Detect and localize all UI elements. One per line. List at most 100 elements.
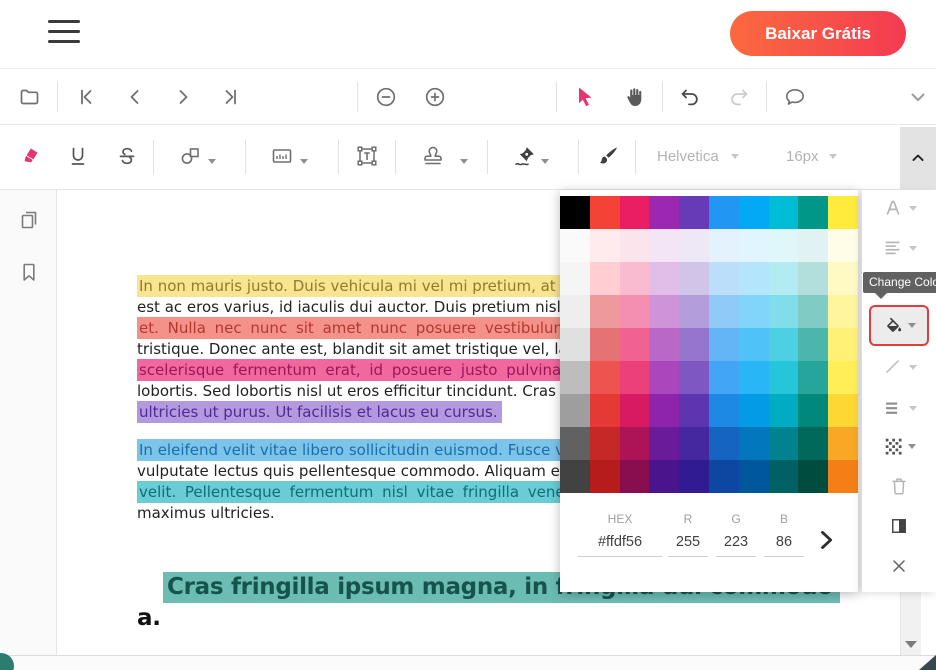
palette-color-swatch[interactable] [620,196,650,229]
image-dropdown-icon[interactable] [270,144,294,168]
line-style-dropdown[interactable] [862,355,936,379]
palette-color-swatch[interactable] [620,262,650,295]
next-page-button[interactable] [171,85,195,109]
palette-color-swatch[interactable] [560,427,590,460]
select-cursor-button[interactable] [573,85,597,109]
list-style-dropdown[interactable] [862,396,936,420]
palette-color-swatch[interactable] [649,394,679,427]
palette-color-swatch[interactable] [798,427,828,460]
palette-color-swatch[interactable] [679,196,709,229]
palette-color-swatch[interactable] [739,394,769,427]
palette-color-swatch[interactable] [828,229,858,262]
signature-dropdown-icon[interactable] [513,144,537,168]
palette-color-swatch[interactable] [769,328,799,361]
palette-color-swatch[interactable] [769,295,799,328]
palette-color-swatch[interactable] [709,361,739,394]
palette-color-swatch[interactable] [828,295,858,328]
palette-color-swatch[interactable] [739,361,769,394]
opacity-dropdown[interactable] [862,434,936,458]
palette-color-swatch[interactable] [798,262,828,295]
palette-color-swatch[interactable] [560,196,590,229]
palette-color-swatch[interactable] [798,229,828,262]
palette-color-swatch[interactable] [769,427,799,460]
palette-color-swatch[interactable] [679,262,709,295]
palette-color-swatch[interactable] [620,361,650,394]
chevron-down-icon[interactable] [208,159,216,164]
palette-color-swatch[interactable] [828,262,858,295]
chevron-down-icon[interactable] [731,154,739,159]
palette-color-swatch[interactable] [769,394,799,427]
palette-color-swatch[interactable] [828,328,858,361]
palette-color-swatch[interactable] [828,460,858,493]
fill-color-button[interactable]: Change Color [869,305,929,346]
textbox-button[interactable] [355,144,379,168]
palette-color-swatch[interactable] [649,460,679,493]
last-page-button[interactable] [219,85,243,109]
delete-button[interactable] [862,474,936,498]
palette-color-swatch[interactable] [649,361,679,394]
bookmarks-panel-icon[interactable] [17,260,41,284]
palette-color-swatch[interactable] [620,229,650,262]
palette-color-swatch[interactable] [620,394,650,427]
vertical-scrollbar[interactable] [900,592,921,655]
palette-color-swatch[interactable] [590,427,620,460]
palette-color-swatch[interactable] [739,196,769,229]
open-file-icon[interactable] [18,85,42,109]
first-page-button[interactable] [74,85,98,109]
comment-button[interactable] [783,85,807,109]
palette-color-swatch[interactable] [679,394,709,427]
toolbar-expand-chevron-icon[interactable] [900,127,936,189]
palette-color-swatch[interactable] [649,328,679,361]
highlighted-text[interactable]: In eleifend velit vitae libero sollicitu… [137,439,596,461]
chevron-down-icon[interactable] [541,159,549,164]
palette-color-swatch[interactable] [709,229,739,262]
sidebar-toggle-button[interactable] [862,514,936,538]
stamp-dropdown-icon[interactable] [421,144,445,168]
palette-color-swatch[interactable] [590,229,620,262]
redo-button[interactable] [727,85,751,109]
menu-icon[interactable] [48,20,80,46]
palette-color-swatch[interactable] [620,427,650,460]
document-text-line[interactable]: lobortis. Sed lobortis nisl ut eros effi… [137,382,617,400]
palette-color-swatch[interactable] [649,427,679,460]
hex-input[interactable] [578,534,662,557]
palette-color-swatch[interactable] [828,427,858,460]
hand-tool-button[interactable] [623,85,647,109]
palette-color-swatch[interactable] [709,262,739,295]
toolbar-collapse-chevron-icon[interactable] [906,85,930,109]
palette-color-swatch[interactable] [560,328,590,361]
shapes-dropdown-icon[interactable] [178,144,202,168]
palette-color-swatch[interactable] [709,394,739,427]
font-size-dropdown[interactable]: 16px [786,148,819,165]
palette-color-swatch[interactable] [679,229,709,262]
palette-color-swatch[interactable] [620,328,650,361]
undo-button[interactable] [678,85,702,109]
close-panel-button[interactable] [862,554,936,578]
g-input[interactable] [716,534,756,557]
chevron-down-icon[interactable] [460,159,468,164]
palette-color-swatch[interactable] [620,295,650,328]
palette-color-swatch[interactable] [709,295,739,328]
font-style-dropdown[interactable] [862,196,936,220]
palette-color-swatch[interactable] [739,427,769,460]
palette-color-swatch[interactable] [739,460,769,493]
align-dropdown[interactable] [862,236,936,260]
download-button[interactable]: Baixar Grátis [730,11,906,56]
pages-panel-icon[interactable] [17,208,41,232]
palette-color-swatch[interactable] [709,196,739,229]
chevron-down-icon[interactable] [829,154,837,159]
palette-color-swatch[interactable] [679,427,709,460]
next-palette-chevron-icon[interactable] [812,526,840,554]
document-text-line[interactable]: maximus ultricies. [137,504,275,522]
palette-color-swatch[interactable] [769,229,799,262]
palette-color-swatch[interactable] [769,361,799,394]
prev-page-button[interactable] [123,85,147,109]
palette-color-swatch[interactable] [798,460,828,493]
underline-button[interactable] [66,144,90,168]
palette-color-swatch[interactable] [590,262,620,295]
palette-color-swatch[interactable] [769,460,799,493]
palette-color-swatch[interactable] [709,328,739,361]
palette-color-swatch[interactable] [739,328,769,361]
chevron-down-icon[interactable] [300,159,308,164]
palette-color-swatch[interactable] [828,394,858,427]
